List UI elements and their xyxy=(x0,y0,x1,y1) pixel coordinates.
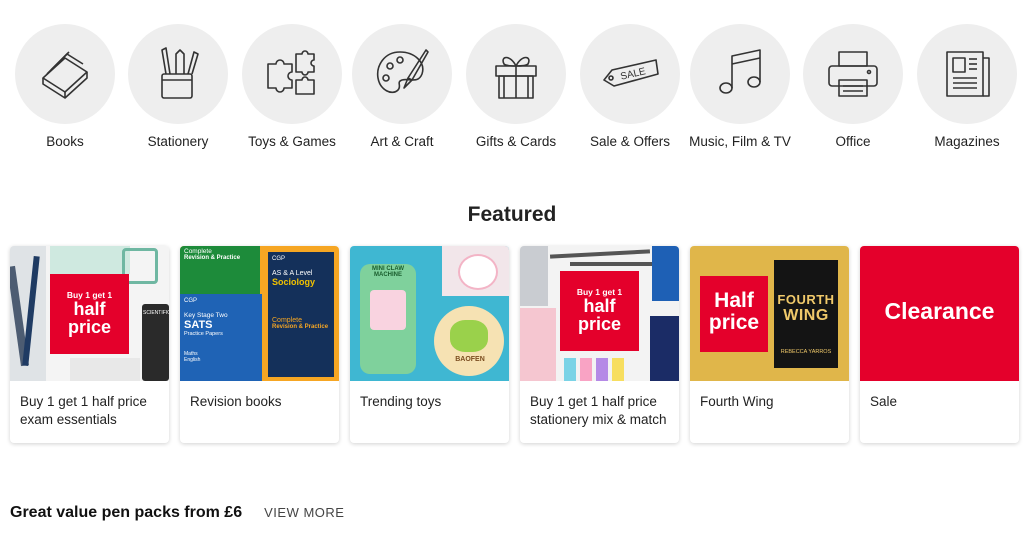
toy-text: BAOFEN xyxy=(455,356,485,363)
pen-packs-header: Great value pen packs from £6 VIEW MORE xyxy=(10,504,344,522)
category-nav: Books Stationery Toys & Games Art & Craf… xyxy=(0,24,1024,154)
card-caption: Fourth Wing xyxy=(700,394,774,409)
magazine-icon xyxy=(917,24,1017,124)
category-label: Music, Film & TV xyxy=(689,134,791,149)
book-text: Key Stage Two xyxy=(184,312,228,319)
card-image: MINI CLAW MACHINE BAOFEN xyxy=(350,246,509,381)
category-magazines[interactable]: Magazines xyxy=(912,24,1022,149)
category-books[interactable]: Books xyxy=(10,24,120,149)
card-caption: Buy 1 get 1 half price stationery mix & … xyxy=(530,394,667,427)
category-label: Sale & Offers xyxy=(589,134,671,149)
featured-card-trending-toys[interactable]: MINI CLAW MACHINE BAOFEN Trending toys xyxy=(350,246,509,443)
printer-icon xyxy=(803,24,903,124)
promo-badge: Buy 1 get 1 half price xyxy=(50,274,129,354)
book-title: FOURTH xyxy=(777,292,835,307)
books-icon xyxy=(15,24,115,124)
book-text: CGP xyxy=(184,298,198,304)
category-label: Office xyxy=(835,134,871,149)
promo-line2: half xyxy=(73,299,106,319)
category-label: Toys & Games xyxy=(248,134,336,149)
promo-badge: Buy 1 get 1 half price xyxy=(560,271,639,351)
promo-line3: price xyxy=(577,314,622,334)
category-label: Art & Craft xyxy=(370,134,434,149)
card-caption: Trending toys xyxy=(360,394,442,409)
book-author: REBECCA YARROS xyxy=(780,349,832,355)
card-image: Half price FOURTH WING REBECCA YARROS xyxy=(690,246,849,381)
card-caption: Revision books xyxy=(190,394,282,409)
card-caption: Buy 1 get 1 half price exam essentials xyxy=(20,394,147,427)
book-text: CGP xyxy=(272,256,286,262)
book-text: Maths xyxy=(184,351,198,357)
pencil-pot-icon xyxy=(128,24,228,124)
category-art-craft[interactable]: Art & Craft xyxy=(347,24,457,149)
palette-icon xyxy=(352,24,452,124)
card-image: Buy 1 get 1 half price xyxy=(520,246,679,381)
card-image: Clearance xyxy=(860,246,1019,381)
book-text: Sociology xyxy=(272,277,316,287)
featured-card-sale[interactable]: Clearance Sale xyxy=(860,246,1019,443)
featured-card-exam-essentials[interactable]: Buy 1 get 1 half price SCIENTIFIC CALCU … xyxy=(10,246,169,443)
card-image: Buy 1 get 1 half price SCIENTIFIC CALCU xyxy=(10,246,169,381)
category-label: Stationery xyxy=(147,134,209,149)
promo-line2: price xyxy=(708,311,760,334)
book-text: SATS xyxy=(184,319,213,331)
sale-tag-icon: SALE xyxy=(580,24,680,124)
promo-badge: Half price xyxy=(700,276,768,352)
category-sale-offers[interactable]: SALE Sale & Offers xyxy=(575,24,685,149)
clearance-text: Clearance xyxy=(884,298,995,324)
featured-card-stationery-mix[interactable]: Buy 1 get 1 half price Buy 1 get 1 half … xyxy=(520,246,679,443)
section-title: Great value pen packs from £6 xyxy=(10,504,243,521)
gift-icon xyxy=(466,24,566,124)
promo-line2: half xyxy=(583,296,616,316)
promo-line1: Half xyxy=(714,289,754,312)
book-title: WING xyxy=(783,307,829,324)
music-note-icon xyxy=(690,24,790,124)
category-music-film-tv[interactable]: Music, Film & TV xyxy=(685,24,795,149)
category-office[interactable]: Office xyxy=(798,24,908,149)
category-toys-games[interactable]: Toys & Games xyxy=(237,24,347,149)
book-text: Complete xyxy=(184,248,212,255)
book-text: Complete xyxy=(272,317,302,324)
card-image: Complete Revision & Practice CGP Key Sta… xyxy=(180,246,339,381)
featured-heading: Featured xyxy=(467,203,557,226)
promo-line3: price xyxy=(67,317,112,337)
category-gifts-cards[interactable]: Gifts & Cards xyxy=(461,24,571,149)
featured-card-revision-books[interactable]: Complete Revision & Practice CGP Key Sta… xyxy=(180,246,339,443)
toy-text: MINI CLAW MACHINE xyxy=(372,266,404,278)
category-label: Gifts & Cards xyxy=(475,134,557,149)
category-label: Magazines xyxy=(934,134,1000,149)
calculator-label: SCIENTIFIC CALCU xyxy=(143,310,169,316)
book-text: Revision & Practice xyxy=(184,255,241,261)
book-text: English xyxy=(184,357,201,363)
view-more-link[interactable]: VIEW MORE xyxy=(264,505,344,520)
category-stationery[interactable]: Stationery xyxy=(123,24,233,149)
featured-card-fourth-wing[interactable]: Half price FOURTH WING REBECCA YARROS Fo… xyxy=(690,246,849,443)
book-text: AS & A Level xyxy=(272,270,313,277)
category-label: Books xyxy=(46,134,84,149)
featured-cards: Buy 1 get 1 half price SCIENTIFIC CALCU … xyxy=(10,246,1020,444)
card-caption: Sale xyxy=(870,394,898,409)
book-cover: FOURTH WING REBECCA YARROS xyxy=(774,260,838,368)
book-text: Revision & Practice xyxy=(272,324,329,330)
jigsaw-icon xyxy=(242,24,342,124)
